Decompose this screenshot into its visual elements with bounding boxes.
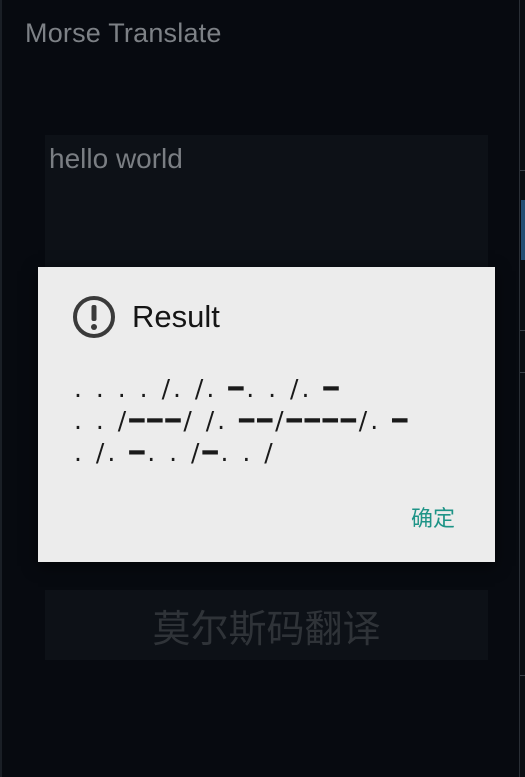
scrollbar-thumb[interactable] [521,200,525,260]
alert-circle-icon [73,296,115,338]
app-title: Morse Translate [25,18,222,48]
edge-divider [520,170,525,171]
edge-divider [520,330,525,331]
text-input[interactable]: hello world [45,135,488,267]
ok-button[interactable]: 确定 [411,501,455,533]
dialog-header: Result [72,295,220,339]
translate-button[interactable]: 莫尔斯码翻译 [45,590,488,660]
screen: Morse Translate hello world 莫尔斯码翻译 Resul… [0,0,525,777]
text-input-value: hello world [49,143,183,174]
edge-divider [520,675,525,676]
dialog-message: . . . . /. /. ━. . /. ━ . . /━━━/ /. ━━/… [74,374,411,467]
result-dialog: Result . . . . /. /. ━. . /. ━ . . /━━━/… [38,267,495,562]
dialog-title: Result [132,299,220,334]
window-left-edge [0,0,2,777]
edge-divider [520,372,525,373]
window-right-edge [519,0,525,777]
